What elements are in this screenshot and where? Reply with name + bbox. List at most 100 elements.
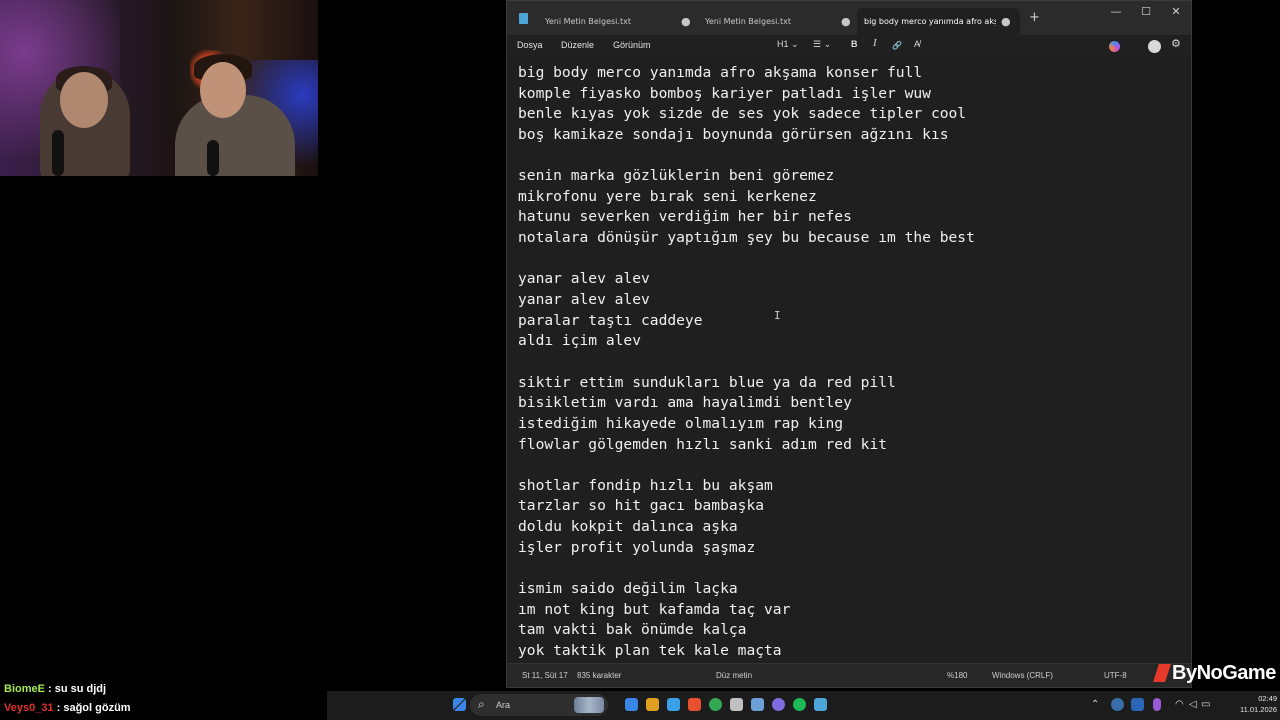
editor-line[interactable] [518, 249, 975, 270]
bynogame-logo: ByNoGame [1153, 662, 1276, 685]
steam-icon[interactable] [751, 698, 764, 711]
bold-button[interactable]: B [851, 39, 858, 49]
clock[interactable]: 02:49 11.01.2026 [1207, 693, 1277, 715]
zoom-level[interactable]: %180 [947, 671, 967, 680]
menu-bar: Dosya Düzenle Görünüm H1 ⌄ ☰ ⌄ B I 🔗 A̸ … [507, 35, 1191, 59]
editor-line[interactable]: istediğim hikayede olmalıyım rap king [518, 414, 975, 435]
minimize-button[interactable]: — [1101, 5, 1131, 18]
editor-content[interactable]: big body merco yanımda afro akşama konse… [518, 63, 975, 662]
editor-line[interactable]: notalara dönüşür yaptığım şey bu because… [518, 228, 975, 249]
editor-line[interactable]: hatunu severken verdiğim her bir nefes [518, 207, 975, 228]
copilot-icon[interactable] [1109, 41, 1120, 52]
editor-line[interactable]: shotlar fondip hızlı bu akşam [518, 476, 975, 497]
editor-line[interactable]: paralar taştı caddeye [518, 311, 975, 332]
menu-file[interactable]: Dosya [517, 40, 543, 50]
search-icon: ⌕ [478, 697, 485, 711]
editor-line[interactable]: yanar alev alev [518, 269, 975, 290]
chat-username: BiomeE [4, 683, 45, 695]
avatar[interactable] [1148, 40, 1161, 53]
app-tray-icon[interactable] [1131, 698, 1144, 711]
unsaved-dot-icon: ● [681, 15, 691, 28]
edge-icon[interactable] [667, 698, 680, 711]
editor-line[interactable]: yanar alev alev [518, 290, 975, 311]
microphone-icon [207, 140, 219, 176]
notepad-icon[interactable] [814, 698, 827, 711]
scrollbar[interactable] [1185, 59, 1191, 663]
editor-line[interactable]: mikrofonu yere bırak seni kerkenez [518, 187, 975, 208]
link-button[interactable]: 🔗 [892, 41, 902, 50]
editor-line[interactable]: benle kıyas yok sizde de ses yok sadece … [518, 104, 975, 125]
tab-document-2[interactable]: Yeni Metin Belgesi.txt ● [697, 8, 855, 35]
line-ending[interactable]: Windows (CRLF) [992, 671, 1053, 680]
file-explorer-icon[interactable] [646, 698, 659, 711]
logo-mark-icon [1153, 664, 1171, 682]
editor-line[interactable]: ismim saido değilim laçka [518, 579, 975, 600]
char-count: 835 karakter [577, 671, 622, 680]
editor-line[interactable]: aldı içim alev [518, 331, 975, 352]
list-icon: ☰ [813, 39, 822, 49]
status-bar: St 11, Süt 17 835 karakter Düz metin %18… [507, 663, 1191, 687]
editor-line[interactable]: bisikletim vardı ama hayalimdi bentley [518, 393, 975, 414]
taskbar-search[interactable]: ⌕ Ara [470, 694, 608, 716]
heading-dropdown[interactable]: H1 ⌄ [777, 39, 799, 50]
chat-username: Veys0_31 [4, 702, 54, 714]
editor-line[interactable]: komple fiyasko bomboş kariyer patladı iş… [518, 84, 975, 105]
chat-message: Veys0_31 : sağol gözüm [4, 702, 131, 714]
search-input[interactable]: Ara [496, 700, 510, 710]
search-highlight-image [574, 697, 604, 713]
start-windows-icon[interactable] [453, 698, 466, 711]
app-icon[interactable] [730, 698, 743, 711]
encoding[interactable]: UTF-8 [1104, 671, 1127, 680]
maximize-button[interactable]: ☐ [1131, 5, 1161, 18]
list-dropdown[interactable]: ☰ ⌄ [813, 39, 831, 50]
discord-icon[interactable] [772, 698, 785, 711]
menu-edit[interactable]: Düzenle [561, 40, 594, 50]
chat-text: sağol gözüm [63, 702, 131, 714]
onedrive-icon[interactable] [1111, 698, 1124, 711]
settings-gear-icon[interactable]: ⚙ [1171, 37, 1181, 50]
tray-chevron-icon[interactable]: ⌃ [1091, 699, 1099, 710]
menu-view[interactable]: Görünüm [613, 40, 651, 50]
taskview-icon[interactable] [625, 698, 638, 711]
text-format[interactable]: Düz metin [716, 671, 752, 680]
chevron-down-icon: ⌄ [823, 39, 832, 49]
editor-line[interactable]: senin marka gözlüklerin beni göremez [518, 166, 975, 187]
editor-line[interactable]: yok taktik plan tek kale maçta [518, 641, 975, 662]
editor-line[interactable]: ım not king but kafamda taç var [518, 600, 975, 621]
notepad-icon [519, 13, 528, 24]
editor-line[interactable]: big body merco yanımda afro akşama konse… [518, 63, 975, 84]
spotify-icon[interactable] [793, 698, 806, 711]
editor-line[interactable]: tarzlar so hit gacı bambaşka [518, 496, 975, 517]
editor-line[interactable] [518, 146, 975, 167]
editor-line[interactable]: işler profit yolunda şaşmaz [518, 538, 975, 559]
unsaved-dot-icon: ● [841, 15, 851, 28]
microphone-icon [52, 130, 64, 176]
editor-line[interactable]: doldu kokpit dalınca aşka [518, 517, 975, 538]
new-tab-button[interactable]: + [1029, 10, 1040, 25]
tab-bar: Yeni Metin Belgesi.txt ● Yeni Metin Belg… [507, 1, 1191, 35]
chrome-icon[interactable] [709, 698, 722, 711]
chat-text: su su djdj [54, 683, 107, 695]
editor-line[interactable] [518, 558, 975, 579]
wifi-icon[interactable]: ◠ [1175, 699, 1184, 710]
chevron-down-icon: ⌄ [791, 39, 799, 49]
clear-formatting-button[interactable]: A̸ [914, 39, 920, 49]
tab-document-3[interactable]: big body merco yanımda afro akşa ● [857, 8, 1020, 35]
tab-document-1[interactable]: Yeni Metin Belgesi.txt ● [537, 8, 695, 35]
editor-line[interactable]: tam vakti bak önümde kalça [518, 620, 975, 641]
firefox-icon[interactable] [688, 698, 701, 711]
close-button[interactable]: ✕ [1161, 5, 1191, 18]
editor-line[interactable]: boş kamikaze sondajı boynunda görürsen a… [518, 125, 975, 146]
notepad-window: Yeni Metin Belgesi.txt ● Yeni Metin Belg… [506, 0, 1192, 688]
editor-line[interactable] [518, 455, 975, 476]
microphone-icon[interactable] [1153, 698, 1161, 711]
editor-line[interactable]: flowlar gölgemden hızlı sanki adım red k… [518, 435, 975, 456]
editor-line[interactable]: siktir ettim sundukları blue ya da red p… [518, 373, 975, 394]
stream-chat: BiomeE : su su djdj Veys0_31 : sağol göz… [4, 683, 131, 720]
italic-button[interactable]: I [873, 37, 877, 49]
unsaved-dot-icon: ● [1001, 15, 1011, 28]
webcam-overlay [0, 0, 318, 176]
editor-line[interactable] [518, 352, 975, 373]
text-editor[interactable]: big body merco yanımda afro akşama konse… [507, 59, 1191, 663]
volume-icon[interactable]: ◁ [1189, 699, 1197, 710]
